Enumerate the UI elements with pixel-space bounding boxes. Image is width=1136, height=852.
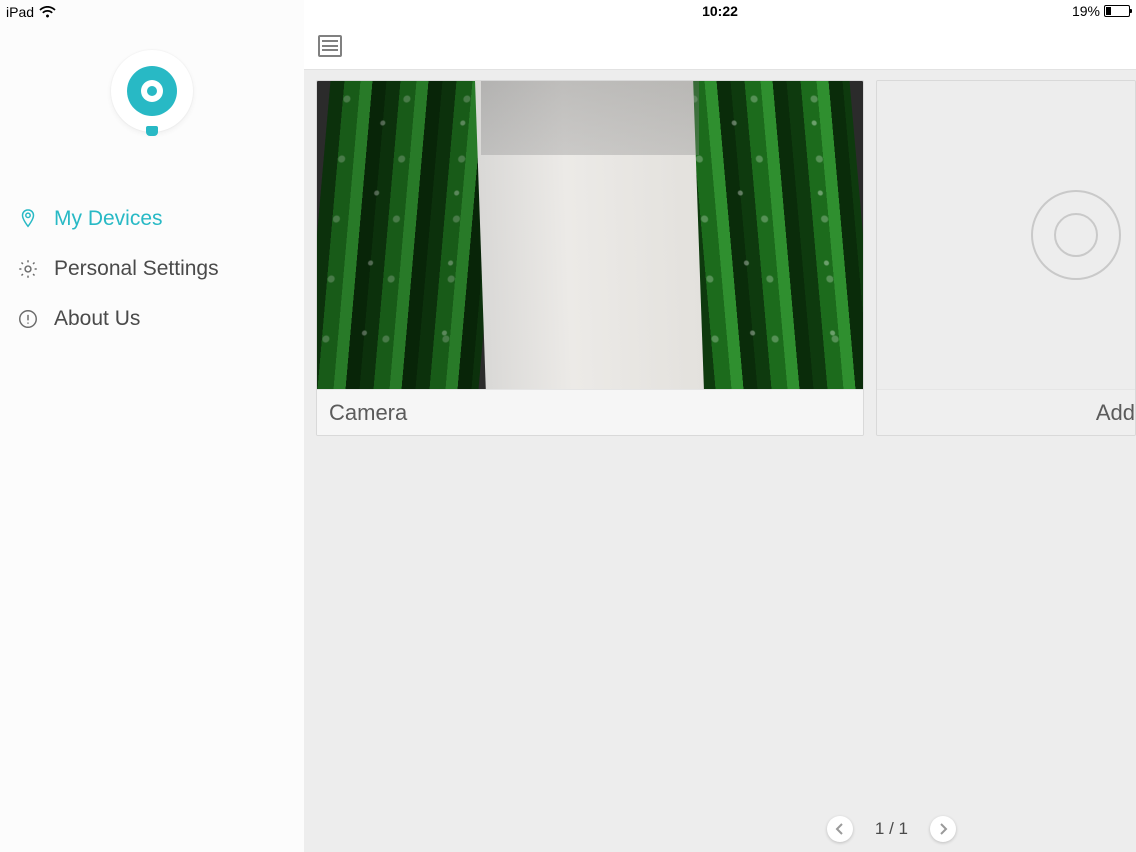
sidebar-item-label: About Us [54,307,140,331]
status-battery: 19% [1072,3,1130,19]
device-card-add[interactable]: Add [876,80,1136,436]
status-time: 10:22 [702,3,738,19]
wifi-icon [39,6,56,18]
sidebar-item-about-us[interactable]: About Us [0,294,304,344]
device-card-camera[interactable]: Camera [316,80,864,436]
app-logo [111,50,193,132]
status-battery-label: 19% [1072,3,1100,19]
device-card-label: Camera [317,389,863,435]
pager: 1 / 1 [827,816,956,842]
sidebar-item-personal-settings[interactable]: Personal Settings [0,244,304,294]
gear-icon [16,257,40,281]
camera-eye-icon [127,66,177,116]
camera-preview [317,81,863,389]
pager-next-button[interactable] [930,816,956,842]
status-device: iPad [6,4,56,20]
status-device-label: iPad [6,4,34,20]
sidebar-item-my-devices[interactable]: My Devices [0,194,304,244]
device-card-add-label: Add [877,389,1135,435]
battery-icon [1104,5,1130,17]
pager-label: 1 / 1 [875,819,908,839]
sidebar-nav: My Devices Personal Settings [0,194,304,344]
device-grid: Camera Add [304,70,1136,852]
status-bar: 10:22 19% [304,0,1136,22]
sidebar-item-label: Personal Settings [54,257,219,281]
sidebar: My Devices Personal Settings [0,0,304,852]
main-panel: 10:22 19% Camera [304,0,1136,852]
sidebar-item-label: My Devices [54,207,163,231]
info-icon [16,307,40,331]
list-view-icon[interactable] [318,35,342,57]
location-pin-icon [16,207,40,231]
topbar [304,22,1136,70]
add-circle-icon [1031,190,1121,280]
pager-prev-button[interactable] [827,816,853,842]
